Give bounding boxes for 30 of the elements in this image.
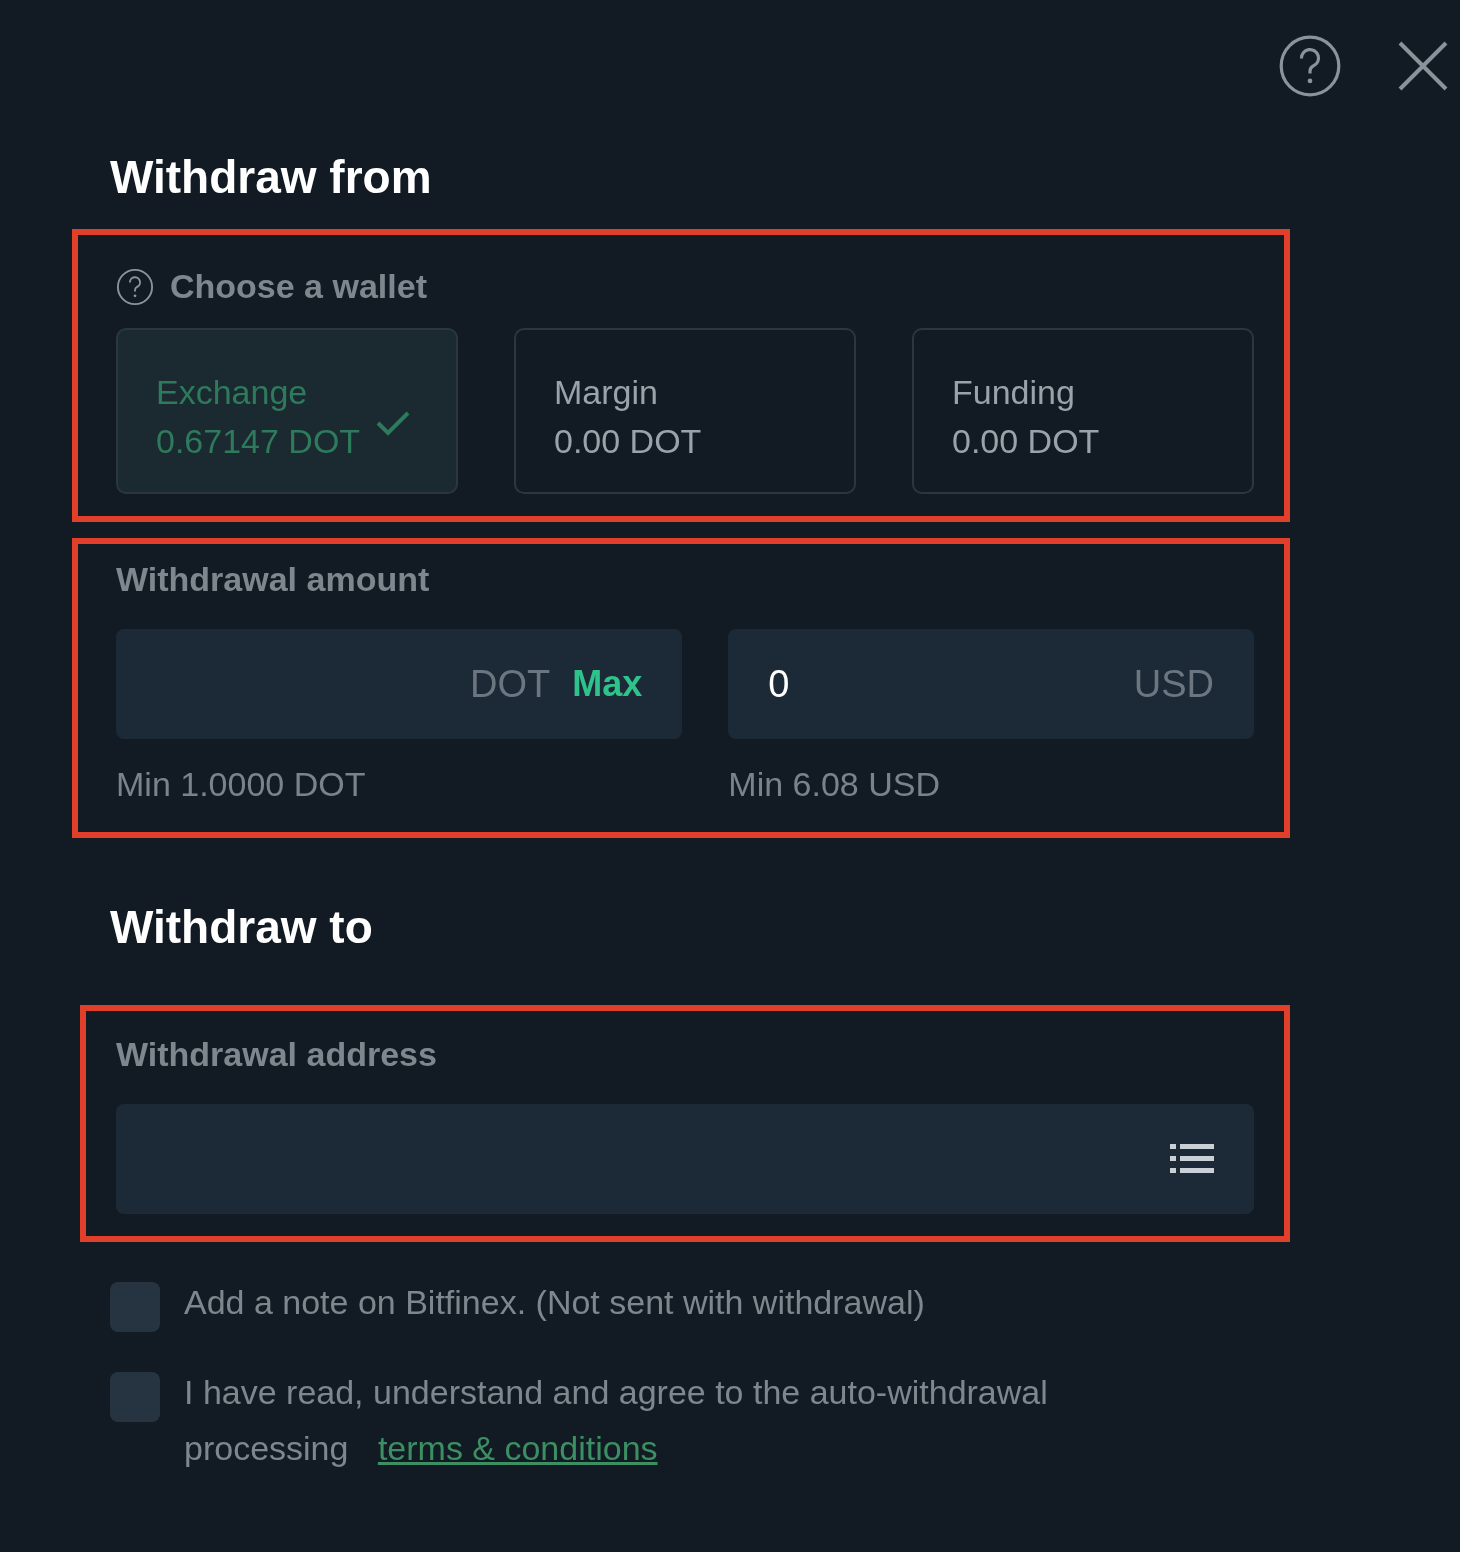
close-icon[interactable] bbox=[1396, 39, 1450, 93]
wallet-balance: 0.00 DOT bbox=[952, 421, 1100, 463]
wallet-option[interactable]: Funding 0.00 DOT bbox=[912, 328, 1254, 495]
field-label: Withdrawal address bbox=[116, 1034, 438, 1076]
unit-label: DOT bbox=[470, 661, 551, 707]
field-value: 0 bbox=[768, 661, 791, 707]
wallet-option[interactable]: Margin 0.00 DOT bbox=[514, 328, 856, 495]
wallet-name: Funding bbox=[952, 372, 1075, 414]
checkbox[interactable] bbox=[110, 1282, 160, 1333]
unit-label: USD bbox=[1133, 661, 1214, 707]
help-icon[interactable] bbox=[1278, 34, 1342, 98]
checkbox[interactable] bbox=[110, 1372, 160, 1423]
wallet-balance: 0.00 DOT bbox=[554, 421, 702, 463]
wallet-name: Exchange bbox=[156, 372, 308, 414]
field-label: Withdrawal amount bbox=[116, 559, 431, 601]
checkbox-label: I have read, understand and agree to the auto-withdrawal processing terms & conditions bbox=[184, 1372, 1049, 1470]
wallet-name: Margin bbox=[554, 372, 658, 414]
minimum-note: Min 1.0000 DOT bbox=[116, 764, 367, 806]
minimum-note: Min 6.08 USD bbox=[728, 764, 941, 806]
amount-field[interactable]: DOT Max bbox=[116, 629, 683, 740]
wallet-balance: 0.67147 DOT bbox=[156, 421, 361, 463]
checkbox-label: Add a note on Bitfinex. (Not sent with withdrawal) bbox=[184, 1282, 925, 1324]
address-field[interactable] bbox=[116, 1104, 1254, 1215]
max-button[interactable]: Max bbox=[572, 657, 643, 712]
help-icon[interactable] bbox=[116, 267, 154, 306]
terms-link[interactable]: terms & conditions bbox=[377, 1429, 658, 1468]
section-title: Withdraw from bbox=[110, 150, 433, 205]
field-label: Choose a wallet bbox=[170, 266, 427, 308]
amount-field[interactable]: 0 USD bbox=[728, 629, 1254, 740]
section-title: Withdraw to bbox=[110, 900, 374, 956]
